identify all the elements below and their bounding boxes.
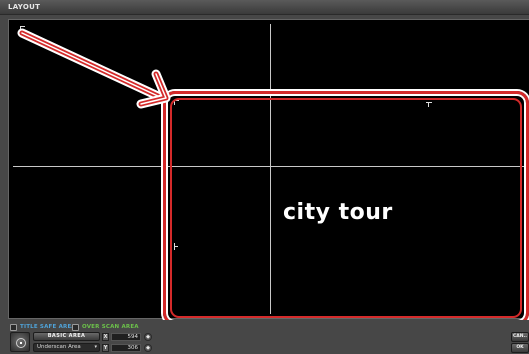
y-stepper-icon[interactable]: ◆ bbox=[144, 344, 152, 352]
cancel-button[interactable]: CAN.. bbox=[511, 332, 529, 342]
area-select-value: Underscan Area bbox=[37, 344, 81, 350]
top-left-corner-mark bbox=[20, 26, 25, 31]
area-select[interactable]: Underscan Area ▾ bbox=[33, 343, 100, 352]
y-coordinate-field[interactable]: 306 bbox=[111, 344, 141, 352]
x-stepper-icon[interactable]: ◆ bbox=[144, 333, 152, 341]
window-title: LAYOUT bbox=[8, 3, 41, 11]
title-safe-area-option[interactable]: TITLE SAFE AREA bbox=[10, 322, 76, 332]
crosshair-position-icon[interactable] bbox=[10, 332, 30, 352]
over-scan-area-checkbox[interactable] bbox=[72, 323, 79, 331]
y-coordinate-label: Y bbox=[102, 344, 109, 352]
ok-button[interactable]: OK bbox=[511, 343, 529, 353]
title-safe-area-label: TITLE SAFE AREA bbox=[20, 324, 76, 330]
layout-window: LAYOUT city tour TITLE SAFE AREA OVER SC… bbox=[0, 0, 529, 354]
over-scan-area-label: OVER SCAN AREA bbox=[82, 324, 139, 330]
title-text-object[interactable]: city tour bbox=[283, 200, 393, 225]
x-coordinate-label: X bbox=[102, 333, 109, 341]
over-scan-area-option[interactable]: OVER SCAN AREA bbox=[72, 322, 139, 332]
basic-area-button[interactable]: BASIC AREA bbox=[33, 332, 100, 341]
title-safe-area-checkbox[interactable] bbox=[10, 323, 17, 331]
x-coordinate-field[interactable]: 594 bbox=[111, 333, 141, 341]
title-bar: LAYOUT bbox=[0, 0, 529, 15]
chevron-down-icon: ▾ bbox=[94, 344, 97, 350]
